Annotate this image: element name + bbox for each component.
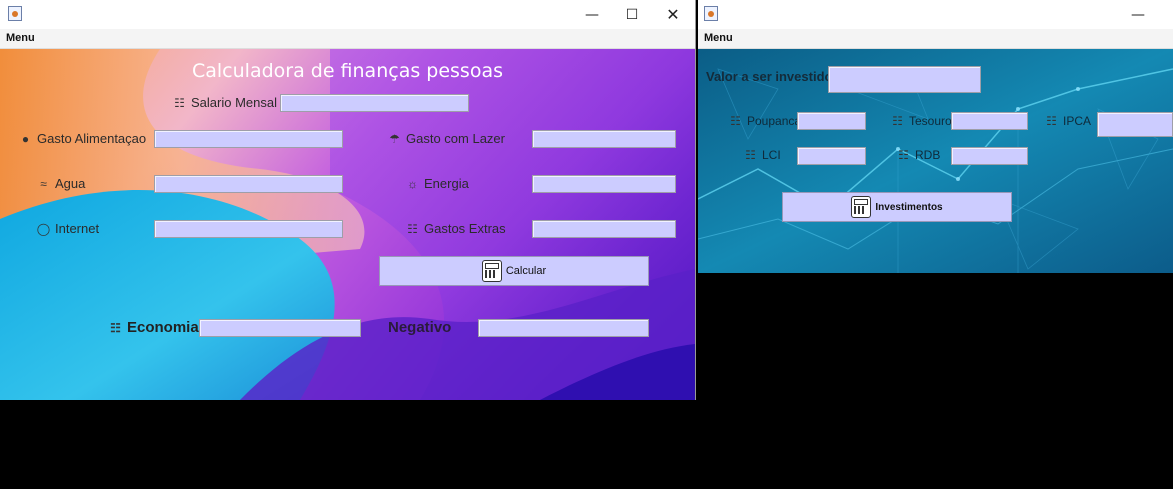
agua-input[interactable] [154,175,343,193]
negativo-label: Negativo [388,319,451,336]
tesouro-label: ☷ Tesouro [890,114,952,128]
internet-label: ◯ Internet [36,221,99,236]
alimentacao-label: ● Gasto Alimentaçao [18,131,146,146]
lazer-label-text: Gasto com Lazer [406,131,505,146]
java-app-icon [8,6,22,21]
energia-label: ☼ Energia [405,176,469,191]
tesouro-label-text: Tesouro [909,114,952,128]
java-app-icon [704,6,718,21]
investimentos-button[interactable]: Investimentos [782,192,1012,222]
menu-bar: Menu [0,29,695,49]
ipca-input[interactable] [1097,112,1173,137]
lci-label: ☷ LCI [743,148,781,162]
rdb-input[interactable] [951,147,1028,165]
energia-input[interactable] [532,175,676,193]
investimentos-label: Investimentos [875,201,943,213]
economia-label-text: Economia [127,319,199,336]
money-icon: ☷ [407,221,418,236]
ipca-label: ☷ IPCA [1044,114,1091,128]
energia-label-text: Energia [424,176,469,191]
menu-item[interactable]: Menu [6,32,35,44]
agua-label-text: Agua [55,176,86,191]
alimentacao-label-text: Gasto Alimentaçao [37,131,147,146]
money-icon: ☷ [174,95,185,110]
alimentacao-input[interactable] [154,130,343,148]
money-icon: ☷ [892,114,903,128]
valor-label-text: Valor a ser investido [706,69,833,84]
economia-output[interactable] [199,319,361,337]
calculator-panel: Calculadora de finanças pessoas ☷ Salari… [0,49,695,400]
internet-label-text: Internet [55,221,100,236]
lci-label-text: LCI [762,148,781,162]
minimize-button[interactable]: — [572,0,612,29]
money-icon: ☷ [745,148,756,162]
finance-calculator-window: — ☐ ✕ Menu Calculadora de finanças pesso… [0,0,696,400]
close-button[interactable]: ✕ [653,0,693,29]
calcular-label: Calcular [505,265,547,277]
extras-input[interactable] [532,220,676,238]
salario-label: ☷ Salario Mensal [172,95,277,110]
agua-label: ≈ Agua [36,176,85,191]
rdb-label-text: RDB [915,148,941,162]
food-icon: ● [21,131,30,146]
minimize-button[interactable]: — [1118,0,1158,29]
negativo-output[interactable] [478,319,649,337]
calculator-icon [481,260,502,282]
rdb-label: ☷ RDB [896,148,940,162]
poupanca-input[interactable] [797,112,866,130]
title-bar: — ☐ ✕ [0,0,695,29]
poupanca-label-text: Poupanca [747,114,802,128]
poupanca-label: ☷ Poupanca [728,114,801,128]
menu-item[interactable]: Menu [704,32,733,44]
water-icon: ≈ [40,176,47,191]
salario-input[interactable] [280,94,469,112]
money-icon: ☷ [1046,114,1057,128]
maximize-button[interactable]: ☐ [612,0,652,29]
economia-label: ☷ Economia [108,319,199,336]
lazer-input[interactable] [532,130,676,148]
money-icon: ☷ [110,320,121,335]
calcular-button[interactable]: Calcular [379,256,649,286]
title-bar: — [698,0,1173,29]
ipca-label-text: IPCA [1063,114,1092,128]
valor-input[interactable] [828,66,981,93]
calculator-icon [851,196,872,218]
salario-label-text: Salario Mensal [191,95,277,110]
extras-label-text: Gastos Extras [424,221,506,236]
menu-bar: Menu [698,29,1173,49]
globe-icon: ◯ [36,221,51,236]
investments-panel: Valor a ser investido ☷ Poupanca ☷ Tesou… [698,49,1173,273]
internet-input[interactable] [154,220,343,238]
extras-label: ☷ Gastos Extras [405,221,506,236]
lightbulb-icon: ☼ [407,176,418,191]
lazer-label: ☂ Gasto com Lazer [387,131,505,146]
beach-umbrella-icon: ☂ [389,131,400,146]
negativo-label-text: Negativo [388,319,452,336]
money-icon: ☷ [898,148,909,162]
tesouro-input[interactable] [951,112,1028,130]
investments-window: — Menu Valor a ser investido ☷ Poupanca … [698,0,1173,273]
valor-label: Valor a ser investido [706,69,832,84]
money-icon: ☷ [730,114,741,128]
page-title: Calculadora de finanças pessoas [191,60,503,82]
lci-input[interactable] [797,147,866,165]
